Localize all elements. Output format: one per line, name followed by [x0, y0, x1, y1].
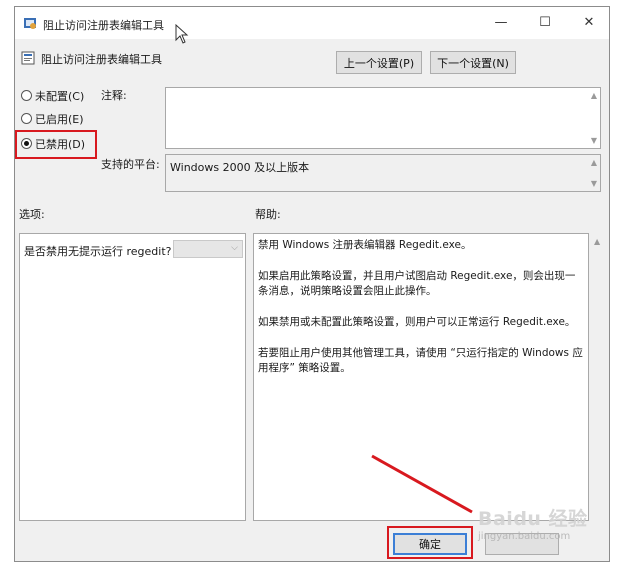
minimize-button[interactable]: —	[479, 7, 523, 39]
platform-value: Windows 2000 及以上版本	[170, 161, 310, 174]
scroll-down-icon[interactable]: ▼	[591, 179, 597, 188]
radio-circle[interactable]	[21, 113, 32, 124]
baidu-watermark: Baidu 经验 jingyan.baidu.com	[478, 504, 588, 542]
window-title: 阻止访问注册表编辑工具	[43, 19, 164, 32]
policy-dialog: 阻止访问注册表编辑工具 — ☐ ✕ 阻止访问注册表编辑工具 上一个设置(P) 下…	[14, 6, 610, 562]
previous-setting-button[interactable]: 上一个设置(P)	[336, 51, 422, 74]
watermark-brand: Baidu 经验	[478, 508, 588, 530]
scroll-down-icon[interactable]: ▼	[591, 136, 597, 145]
comment-label: 注释:	[101, 89, 127, 102]
scroll-up-icon[interactable]: ▲	[591, 91, 597, 100]
platform-field: Windows 2000 及以上版本 ▲ ▼	[165, 154, 601, 192]
options-pane: 是否禁用无提示运行 regedit? ⌵	[19, 233, 246, 521]
help-pane: 禁用 Windows 注册表编辑器 Regedit.exe。 如果启用此策略设置…	[253, 233, 589, 521]
radio-enabled[interactable]: 已启用(E)	[21, 111, 84, 129]
scroll-up-icon[interactable]: ▲	[591, 158, 597, 167]
scroll-up-icon[interactable]: ▲	[594, 237, 600, 246]
next-setting-button[interactable]: 下一个设置(N)	[430, 51, 516, 74]
mouse-cursor-icon	[175, 24, 189, 44]
annotation-highlight-ok	[387, 526, 473, 559]
policy-setting-icon	[21, 51, 35, 65]
comment-textarea[interactable]: ▲ ▼	[165, 87, 601, 149]
platform-label: 支持的平台:	[101, 158, 160, 171]
options-section-label: 选项:	[19, 208, 45, 221]
radio-not-configured[interactable]: 未配置(C)	[21, 88, 84, 106]
chevron-down-icon: ⌵	[231, 243, 238, 253]
option-disable-silent-regedit-label: 是否禁用无提示运行 regedit?	[24, 245, 172, 258]
comment-scrollbar[interactable]: ▲ ▼	[586, 88, 600, 148]
radio-label: 未配置(C)	[35, 90, 85, 103]
help-paragraph: 如果启用此策略设置，并且用户试图启动 Regedit.exe，则会出现一条消息，…	[258, 270, 576, 297]
help-paragraph: 如果禁用或未配置此策略设置，则用户可以正常运行 Regedit.exe。	[258, 316, 576, 328]
policy-name: 阻止访问注册表编辑工具	[41, 53, 162, 66]
help-scrollbar[interactable]: ▲	[591, 233, 605, 521]
help-paragraph: 若要阻止用户使用其他管理工具，请使用 “只运行指定的 Windows 应用程序”…	[258, 347, 583, 374]
close-button[interactable]: ✕	[567, 7, 611, 39]
policy-app-icon	[24, 18, 36, 29]
radio-label: 已启用(E)	[35, 113, 84, 126]
watermark-url: jingyan.baidu.com	[478, 531, 571, 542]
help-section-label: 帮助:	[255, 208, 281, 221]
annotation-highlight-disabled	[15, 130, 97, 159]
option-disable-silent-regedit-select[interactable]: ⌵	[173, 240, 243, 258]
maximize-button[interactable]: ☐	[523, 7, 567, 39]
help-paragraph: 禁用 Windows 注册表编辑器 Regedit.exe。	[258, 239, 472, 251]
radio-circle[interactable]	[21, 90, 32, 101]
help-text: 禁用 Windows 注册表编辑器 Regedit.exe。 如果启用此策略设置…	[254, 234, 588, 396]
title-bar: 阻止访问注册表编辑工具 — ☐ ✕	[15, 7, 609, 39]
platform-scrollbar[interactable]: ▲ ▼	[586, 155, 600, 191]
